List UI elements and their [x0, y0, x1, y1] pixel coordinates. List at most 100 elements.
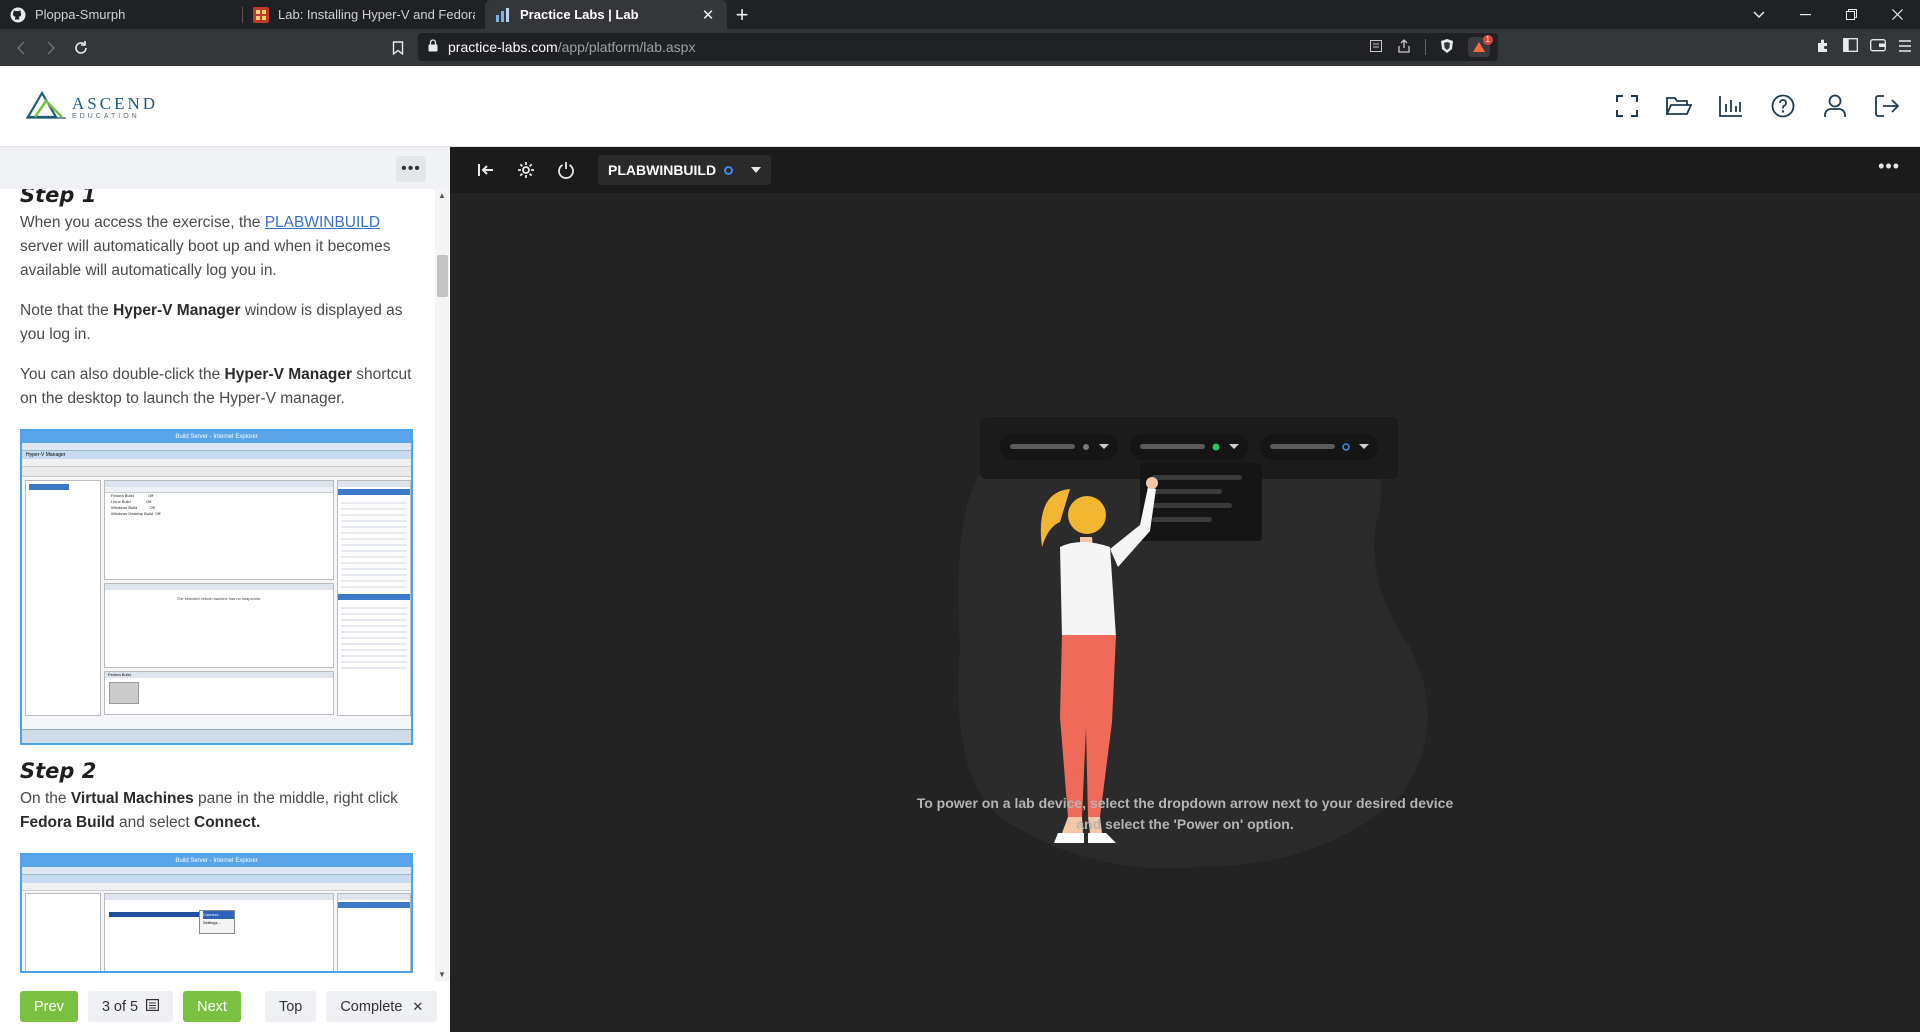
- browser-tab-github[interactable]: Ploppa-Smurph: [0, 0, 242, 29]
- help-icon[interactable]: [1770, 93, 1796, 119]
- close-window-button[interactable]: [1874, 0, 1920, 29]
- screenshot-titlebar: Build Server - Internet Explorer: [22, 855, 411, 867]
- lock-icon: [428, 39, 438, 55]
- screenshot-snapshots-pane: The selected virtual machine has no snap…: [104, 583, 334, 668]
- sidebar-icon[interactable]: [1843, 38, 1858, 56]
- github-icon: [10, 7, 26, 23]
- power-on-hint: To power on a lab device, select the dro…: [450, 793, 1920, 835]
- progress-text: 3 of 5: [101, 998, 139, 1015]
- complete-button[interactable]: Complete ✕: [326, 991, 438, 1022]
- instructions-toolbar: •••: [0, 147, 450, 189]
- bookmark-icon[interactable]: [383, 33, 413, 63]
- new-tab-button[interactable]: +: [727, 0, 757, 29]
- share-icon[interactable]: [1397, 38, 1411, 56]
- device-toolbar: PLABWINBUILD •••: [450, 147, 1920, 193]
- user-icon[interactable]: [1822, 93, 1848, 119]
- fullscreen-icon[interactable]: [1614, 93, 1640, 119]
- browser-tab-practice-labs[interactable]: Practice Labs | Lab ✕: [485, 0, 727, 29]
- device-more-options-icon[interactable]: •••: [1878, 156, 1900, 177]
- next-button[interactable]: Next: [183, 991, 241, 1022]
- ascend-logo[interactable]: ASCEND EDUCATION: [26, 89, 155, 125]
- screenshot-vm-header: [105, 894, 333, 900]
- menu-line: [1152, 489, 1222, 494]
- more-options-button[interactable]: •••: [396, 156, 426, 182]
- text: Off: [148, 493, 154, 498]
- power-on-illustration: [958, 417, 1428, 869]
- address-bar[interactable]: practice-labs.com/app/platform/lab.aspx …: [418, 33, 1498, 61]
- window-controls: [1736, 0, 1920, 29]
- tab-search-icon[interactable]: [1736, 0, 1782, 29]
- device-status-grey: [1083, 444, 1089, 450]
- screenshot-actions-pane: [337, 893, 411, 971]
- scroll-down-icon[interactable]: ▼: [438, 970, 446, 979]
- hint-line-2: and select the 'Power on' option.: [1076, 816, 1294, 832]
- settings-gear-icon[interactable]: [512, 156, 540, 184]
- dropdown-caret-icon[interactable]: [751, 167, 762, 173]
- device-pill-bar: [1010, 444, 1075, 449]
- text: pane in the middle, right click: [193, 790, 398, 807]
- bold-text: Virtual Machines: [70, 790, 194, 807]
- device-selector[interactable]: PLABWINBUILD: [598, 155, 772, 185]
- lab-instructions-content[interactable]: Step 1 When you access the exercise, the…: [0, 189, 435, 981]
- step1-paragraph-3: You can also double-click the Hyper-V Ma…: [20, 363, 415, 411]
- complete-label: Complete: [340, 998, 403, 1015]
- step2-paragraph-1: On the Virtual Machines pane in the midd…: [20, 787, 415, 835]
- app-header: ASCEND EDUCATION: [0, 66, 1920, 147]
- screenshot-actions-group: [338, 902, 410, 908]
- reload-icon[interactable]: [66, 33, 96, 63]
- screenshot-tree-pane: [25, 893, 101, 971]
- step-title: Step 1: [20, 189, 97, 207]
- list-icon: [146, 998, 160, 1015]
- tab-title: Lab: Installing Hyper-V and Fedora Linux: [278, 7, 475, 22]
- header-actions: [1614, 93, 1900, 119]
- collapse-panel-icon[interactable]: [472, 156, 500, 184]
- progress-indicator[interactable]: 3 of 5: [87, 991, 174, 1022]
- plabwinbuild-link[interactable]: PLABWINBUILD: [265, 214, 380, 231]
- screenshot-app-title: [22, 875, 411, 883]
- screenshot-details-header: Fedora Build: [105, 672, 333, 678]
- screenshot-tree-pane: [25, 480, 101, 716]
- screenshot-toolbar: [22, 467, 411, 477]
- scroll-up-icon[interactable]: ▲: [438, 191, 446, 200]
- power-icon[interactable]: [552, 156, 580, 184]
- close-icon[interactable]: ✕: [699, 6, 717, 24]
- screenshot-vm-row: Windows Desktop Build Off: [111, 511, 333, 517]
- dropdown-menu-panel: [1140, 463, 1262, 541]
- reader-mode-icon[interactable]: [1369, 39, 1383, 56]
- screenshot-snapshots-header: [105, 584, 333, 590]
- screenshot-vm-thumbnail: [109, 682, 139, 704]
- forward-icon[interactable]: [36, 33, 66, 63]
- menu-line: [1152, 517, 1212, 522]
- text: Off: [155, 511, 161, 516]
- prev-button[interactable]: Prev: [20, 991, 78, 1022]
- screenshot-actions-list: [341, 498, 407, 588]
- screenshot-menu-item: Connect...: [203, 911, 234, 919]
- wallet-icon[interactable]: [1870, 38, 1886, 56]
- browser-toolbar: practice-labs.com/app/platform/lab.aspx …: [0, 29, 1920, 66]
- restore-button[interactable]: [1828, 0, 1874, 29]
- device-pill-bar: [1270, 444, 1335, 449]
- menu-icon[interactable]: [1898, 39, 1912, 56]
- instructions-scrollbar[interactable]: ▲ ▼: [435, 189, 450, 981]
- scroll-thumb[interactable]: [437, 255, 448, 297]
- screenshot-menubar: [22, 459, 411, 467]
- step1-paragraph-1: When you access the exercise, the PLABWI…: [20, 211, 415, 283]
- stats-icon[interactable]: [1718, 93, 1744, 119]
- back-icon[interactable]: [6, 33, 36, 63]
- browser-tab-lab-installing[interactable]: Lab: Installing Hyper-V and Fedora Linux: [243, 0, 485, 29]
- brave-rewards-icon[interactable]: 1: [1468, 35, 1493, 57]
- device-pill-bar: [1140, 444, 1205, 449]
- extensions-icon[interactable]: [1816, 38, 1831, 57]
- device-name: PLABWINBUILD: [608, 162, 717, 178]
- screenshot-actions-group: [338, 594, 410, 600]
- screenshot-actions-list: [341, 603, 407, 673]
- hyperv-manager-screenshot: Build Server - Internet Explorer Hyper-V…: [20, 429, 413, 745]
- folder-icon[interactable]: [1666, 93, 1692, 119]
- logo-text: ASCEND: [72, 94, 159, 113]
- address-bar-actions: 1: [1369, 33, 1493, 61]
- minimize-button[interactable]: [1782, 0, 1828, 29]
- brave-shields-icon[interactable]: [1440, 38, 1454, 57]
- top-button[interactable]: Top: [264, 991, 317, 1022]
- text: server will automatically boot up and wh…: [20, 238, 391, 279]
- logout-icon[interactable]: [1874, 93, 1900, 119]
